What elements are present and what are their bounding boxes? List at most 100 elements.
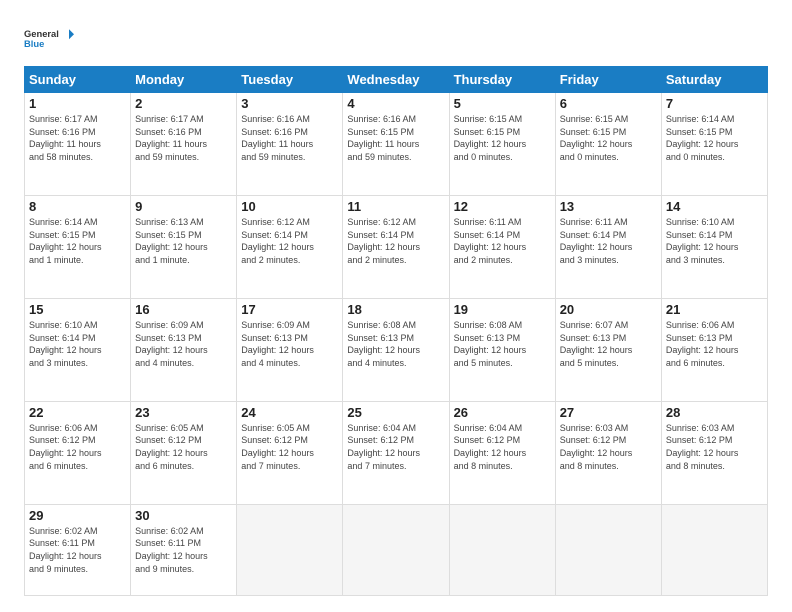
day-info: Sunrise: 6:14 AMSunset: 6:15 PMDaylight:… bbox=[29, 216, 126, 266]
day-info: Sunrise: 6:13 AMSunset: 6:15 PMDaylight:… bbox=[135, 216, 232, 266]
calendar-cell: 24 Sunrise: 6:05 AMSunset: 6:12 PMDaylig… bbox=[237, 401, 343, 504]
calendar-cell bbox=[661, 504, 767, 595]
day-number: 18 bbox=[347, 302, 444, 317]
day-header-friday: Friday bbox=[555, 67, 661, 93]
calendar-cell: 11 Sunrise: 6:12 AMSunset: 6:14 PMDaylig… bbox=[343, 195, 449, 298]
day-number: 8 bbox=[29, 199, 126, 214]
day-info: Sunrise: 6:15 AMSunset: 6:15 PMDaylight:… bbox=[560, 113, 657, 163]
calendar-cell: 1 Sunrise: 6:17 AMSunset: 6:16 PMDayligh… bbox=[25, 93, 131, 196]
day-header-tuesday: Tuesday bbox=[237, 67, 343, 93]
day-info: Sunrise: 6:04 AMSunset: 6:12 PMDaylight:… bbox=[347, 422, 444, 472]
svg-text:General: General bbox=[24, 29, 59, 39]
calendar-cell: 23 Sunrise: 6:05 AMSunset: 6:12 PMDaylig… bbox=[131, 401, 237, 504]
calendar-cell: 8 Sunrise: 6:14 AMSunset: 6:15 PMDayligh… bbox=[25, 195, 131, 298]
calendar-header-row: SundayMondayTuesdayWednesdayThursdayFrid… bbox=[25, 67, 768, 93]
day-info: Sunrise: 6:10 AMSunset: 6:14 PMDaylight:… bbox=[29, 319, 126, 369]
header: General Blue bbox=[24, 20, 768, 56]
calendar-cell bbox=[555, 504, 661, 595]
day-info: Sunrise: 6:12 AMSunset: 6:14 PMDaylight:… bbox=[347, 216, 444, 266]
calendar-cell: 17 Sunrise: 6:09 AMSunset: 6:13 PMDaylig… bbox=[237, 298, 343, 401]
day-number: 23 bbox=[135, 405, 232, 420]
day-number: 29 bbox=[29, 508, 126, 523]
day-number: 20 bbox=[560, 302, 657, 317]
calendar-table: SundayMondayTuesdayWednesdayThursdayFrid… bbox=[24, 66, 768, 596]
day-number: 6 bbox=[560, 96, 657, 111]
day-number: 4 bbox=[347, 96, 444, 111]
day-info: Sunrise: 6:07 AMSunset: 6:13 PMDaylight:… bbox=[560, 319, 657, 369]
calendar-week-row: 22 Sunrise: 6:06 AMSunset: 6:12 PMDaylig… bbox=[25, 401, 768, 504]
day-info: Sunrise: 6:06 AMSunset: 6:13 PMDaylight:… bbox=[666, 319, 763, 369]
calendar-week-row: 8 Sunrise: 6:14 AMSunset: 6:15 PMDayligh… bbox=[25, 195, 768, 298]
calendar-cell: 2 Sunrise: 6:17 AMSunset: 6:16 PMDayligh… bbox=[131, 93, 237, 196]
calendar-week-row: 1 Sunrise: 6:17 AMSunset: 6:16 PMDayligh… bbox=[25, 93, 768, 196]
calendar-cell: 27 Sunrise: 6:03 AMSunset: 6:12 PMDaylig… bbox=[555, 401, 661, 504]
day-number: 28 bbox=[666, 405, 763, 420]
day-number: 11 bbox=[347, 199, 444, 214]
day-number: 16 bbox=[135, 302, 232, 317]
calendar-cell: 12 Sunrise: 6:11 AMSunset: 6:14 PMDaylig… bbox=[449, 195, 555, 298]
calendar-cell: 10 Sunrise: 6:12 AMSunset: 6:14 PMDaylig… bbox=[237, 195, 343, 298]
day-header-sunday: Sunday bbox=[25, 67, 131, 93]
calendar-cell bbox=[237, 504, 343, 595]
day-number: 9 bbox=[135, 199, 232, 214]
calendar-cell: 21 Sunrise: 6:06 AMSunset: 6:13 PMDaylig… bbox=[661, 298, 767, 401]
day-info: Sunrise: 6:14 AMSunset: 6:15 PMDaylight:… bbox=[666, 113, 763, 163]
day-number: 15 bbox=[29, 302, 126, 317]
day-number: 17 bbox=[241, 302, 338, 317]
day-info: Sunrise: 6:05 AMSunset: 6:12 PMDaylight:… bbox=[241, 422, 338, 472]
day-info: Sunrise: 6:17 AMSunset: 6:16 PMDaylight:… bbox=[135, 113, 232, 163]
day-info: Sunrise: 6:16 AMSunset: 6:16 PMDaylight:… bbox=[241, 113, 338, 163]
day-info: Sunrise: 6:04 AMSunset: 6:12 PMDaylight:… bbox=[454, 422, 551, 472]
day-info: Sunrise: 6:16 AMSunset: 6:15 PMDaylight:… bbox=[347, 113, 444, 163]
calendar-cell: 29 Sunrise: 6:02 AMSunset: 6:11 PMDaylig… bbox=[25, 504, 131, 595]
day-number: 27 bbox=[560, 405, 657, 420]
day-number: 13 bbox=[560, 199, 657, 214]
day-number: 26 bbox=[454, 405, 551, 420]
day-number: 30 bbox=[135, 508, 232, 523]
day-header-wednesday: Wednesday bbox=[343, 67, 449, 93]
day-info: Sunrise: 6:09 AMSunset: 6:13 PMDaylight:… bbox=[135, 319, 232, 369]
day-info: Sunrise: 6:09 AMSunset: 6:13 PMDaylight:… bbox=[241, 319, 338, 369]
calendar-cell: 7 Sunrise: 6:14 AMSunset: 6:15 PMDayligh… bbox=[661, 93, 767, 196]
calendar-cell bbox=[449, 504, 555, 595]
day-info: Sunrise: 6:08 AMSunset: 6:13 PMDaylight:… bbox=[347, 319, 444, 369]
calendar-cell: 6 Sunrise: 6:15 AMSunset: 6:15 PMDayligh… bbox=[555, 93, 661, 196]
day-number: 24 bbox=[241, 405, 338, 420]
day-number: 3 bbox=[241, 96, 338, 111]
svg-text:Blue: Blue bbox=[24, 39, 44, 49]
day-number: 1 bbox=[29, 96, 126, 111]
day-number: 5 bbox=[454, 96, 551, 111]
calendar-cell: 26 Sunrise: 6:04 AMSunset: 6:12 PMDaylig… bbox=[449, 401, 555, 504]
calendar-cell: 14 Sunrise: 6:10 AMSunset: 6:14 PMDaylig… bbox=[661, 195, 767, 298]
day-info: Sunrise: 6:08 AMSunset: 6:13 PMDaylight:… bbox=[454, 319, 551, 369]
day-number: 22 bbox=[29, 405, 126, 420]
day-number: 21 bbox=[666, 302, 763, 317]
day-info: Sunrise: 6:06 AMSunset: 6:12 PMDaylight:… bbox=[29, 422, 126, 472]
calendar-cell: 19 Sunrise: 6:08 AMSunset: 6:13 PMDaylig… bbox=[449, 298, 555, 401]
calendar-cell: 13 Sunrise: 6:11 AMSunset: 6:14 PMDaylig… bbox=[555, 195, 661, 298]
calendar-cell: 30 Sunrise: 6:02 AMSunset: 6:11 PMDaylig… bbox=[131, 504, 237, 595]
day-info: Sunrise: 6:11 AMSunset: 6:14 PMDaylight:… bbox=[560, 216, 657, 266]
logo: General Blue bbox=[24, 20, 74, 56]
calendar-cell: 20 Sunrise: 6:07 AMSunset: 6:13 PMDaylig… bbox=[555, 298, 661, 401]
day-info: Sunrise: 6:03 AMSunset: 6:12 PMDaylight:… bbox=[666, 422, 763, 472]
day-info: Sunrise: 6:02 AMSunset: 6:11 PMDaylight:… bbox=[135, 525, 232, 575]
day-info: Sunrise: 6:02 AMSunset: 6:11 PMDaylight:… bbox=[29, 525, 126, 575]
day-number: 14 bbox=[666, 199, 763, 214]
day-header-saturday: Saturday bbox=[661, 67, 767, 93]
day-header-thursday: Thursday bbox=[449, 67, 555, 93]
day-number: 25 bbox=[347, 405, 444, 420]
day-number: 12 bbox=[454, 199, 551, 214]
day-info: Sunrise: 6:17 AMSunset: 6:16 PMDaylight:… bbox=[29, 113, 126, 163]
calendar-cell: 5 Sunrise: 6:15 AMSunset: 6:15 PMDayligh… bbox=[449, 93, 555, 196]
calendar-cell: 25 Sunrise: 6:04 AMSunset: 6:12 PMDaylig… bbox=[343, 401, 449, 504]
calendar-cell bbox=[343, 504, 449, 595]
calendar-cell: 16 Sunrise: 6:09 AMSunset: 6:13 PMDaylig… bbox=[131, 298, 237, 401]
day-info: Sunrise: 6:11 AMSunset: 6:14 PMDaylight:… bbox=[454, 216, 551, 266]
day-info: Sunrise: 6:03 AMSunset: 6:12 PMDaylight:… bbox=[560, 422, 657, 472]
day-number: 19 bbox=[454, 302, 551, 317]
day-number: 10 bbox=[241, 199, 338, 214]
calendar-week-row: 29 Sunrise: 6:02 AMSunset: 6:11 PMDaylig… bbox=[25, 504, 768, 595]
day-info: Sunrise: 6:12 AMSunset: 6:14 PMDaylight:… bbox=[241, 216, 338, 266]
calendar-cell: 15 Sunrise: 6:10 AMSunset: 6:14 PMDaylig… bbox=[25, 298, 131, 401]
